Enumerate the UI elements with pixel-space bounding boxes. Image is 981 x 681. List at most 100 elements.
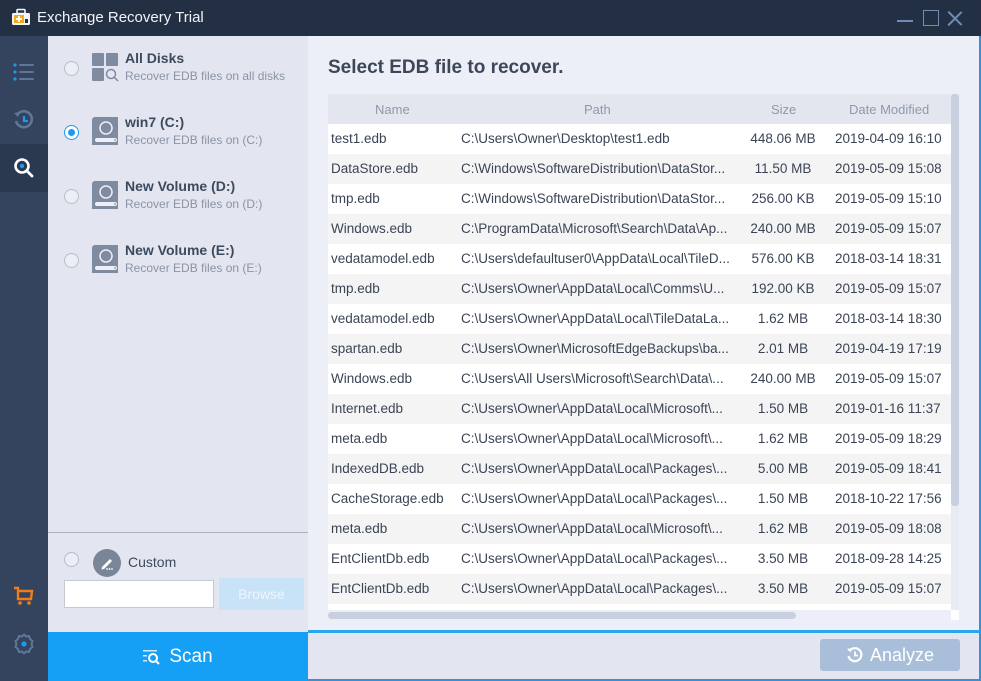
table-row[interactable]: EntClientDb.edb C:\Users\Owner\AppData\Lo… [328,574,951,604]
scan-label: Scan [169,645,213,667]
file-date: 2019-01-16 11:37 [835,401,941,416]
column-header-name[interactable]: Name [375,102,410,117]
radio-button[interactable] [64,253,79,268]
rail-item-menu[interactable] [0,48,48,96]
file-path: C:\Users\Owner\AppData\Local\Comms\U... [461,281,725,296]
file-name: meta.edb [331,431,388,446]
file-size: 5.00 MB [757,461,809,476]
rail-item-purchase[interactable] [0,572,48,620]
rail-item-settings[interactable] [0,620,48,668]
table-row[interactable]: DataStore.edb C:\Windows\SoftwareDistribu… [328,154,951,184]
maximize-button[interactable] [922,8,942,28]
radio-button[interactable] [64,125,79,140]
table-row[interactable]: EntClientDb.edb C:\Users\Owner\AppData\Lo… [328,544,951,574]
horizontal-scroll-thumb[interactable] [328,612,796,619]
vertical-scrollbar[interactable] [951,94,959,610]
file-size: 256.00 KB [751,191,815,206]
file-date: 2019-05-09 18:29 [835,431,942,446]
minimize-button[interactable] [896,8,916,28]
file-name: vedatamodel.edb [331,311,435,326]
file-name: Windows.edb [331,221,413,236]
history-icon [846,647,863,663]
file-path: C:\Users\Owner\AppData\Local\Packages\..… [461,461,728,476]
column-header-path[interactable]: Path [584,102,611,117]
radio-button[interactable] [64,189,79,204]
table-header: Name Path Size Date Modified [328,94,951,124]
file-date: 2019-05-09 18:41 [835,461,942,476]
page-title: Select EDB file to recover. [328,57,564,78]
file-size: 11.50 MB [754,161,812,176]
disk-option-all-disks[interactable]: All Disks Recover EDB files on all disks [48,48,308,104]
scan-button[interactable]: Scan [48,632,308,681]
main-panel: Select EDB file to recover. Name Path Si… [308,36,981,632]
table-row[interactable]: tmp.edb C:\Windows\SoftwareDistribution\D… [328,184,951,214]
hard-drive-icon [92,117,118,145]
file-name: test1.edb [331,131,387,146]
file-name: vedatamodel.edb [331,251,435,266]
history-icon [14,109,34,129]
table-body: test1.edb C:\Users\Owner\Desktop\test1.ed… [328,124,951,604]
table-row[interactable]: Windows.edb C:\Users\All Users\Microsoft\… [328,364,951,394]
table-row[interactable]: vedatamodel.edb C:\Users\Owner\AppData\Lo… [328,304,951,334]
column-header-date[interactable]: Date Modified [849,102,929,117]
table-row[interactable]: IndexedDB.edb C:\Users\Owner\AppData\Loca… [328,454,951,484]
file-date: 2018-10-22 17:56 [835,491,942,506]
file-path: C:\Windows\SoftwareDistribution\DataStor… [461,161,726,176]
file-size: 192.00 KB [751,281,815,296]
radio-button[interactable] [64,61,79,76]
table-row[interactable]: spartan.edb C:\Users\Owner\MicrosoftEdgeB… [328,334,951,364]
file-path: C:\Users\Owner\AppData\Local\Microsoft\.… [461,521,723,536]
table-row[interactable]: Windows.edb C:\ProgramData\Microsoft\Sear… [328,214,951,244]
file-date: 2019-05-09 15:07 [835,221,942,236]
file-table: Name Path Size Date Modified test1.edb C:… [328,94,959,620]
file-name: spartan.edb [331,341,403,356]
disk-option-e[interactable]: New Volume (E:) Recover EDB files on (E:… [48,240,308,296]
nav-rail [0,36,48,681]
file-size: 240.00 MB [750,221,816,236]
divider [48,532,308,533]
table-row[interactable]: vedatamodel.edb C:\Users\defaultuser0\App… [328,244,951,274]
file-size: 240.00 MB [750,371,816,386]
file-date: 2018-03-14 18:31 [835,251,942,266]
column-header-size[interactable]: Size [771,102,796,117]
file-name: Windows.edb [331,371,413,386]
file-size: 576.00 KB [751,251,815,266]
table-row[interactable]: Internet.edb C:\Users\Owner\AppData\Local… [328,394,951,424]
file-date: 2019-04-19 17:19 [835,341,942,356]
disk-subtitle: Recover EDB files on (D:) [125,197,263,211]
browse-button[interactable]: Browse [219,578,304,610]
list-icon [13,63,34,81]
file-path: C:\Users\Owner\Desktop\test1.edb [461,131,670,146]
custom-path-input[interactable] [64,580,214,608]
disk-option-d[interactable]: New Volume (D:) Recover EDB files on (D:… [48,176,308,232]
file-size: 3.50 MB [757,551,809,566]
vertical-scroll-thumb[interactable] [951,94,959,506]
custom-radio-button[interactable] [64,552,79,567]
close-button[interactable] [945,8,965,28]
disk-option-c[interactable]: win7 (C:) Recover EDB files on (C:) [48,112,308,168]
table-row[interactable]: tmp.edb C:\Users\Owner\AppData\Local\Comm… [328,274,951,304]
analyze-button[interactable]: Analyze [820,639,960,671]
file-date: 2019-05-09 15:07 [835,281,942,296]
disk-subtitle: Recover EDB files on (C:) [125,133,263,147]
table-row[interactable]: CacheStorage.edb C:\Users\Owner\AppData\L… [328,484,951,514]
rail-item-history[interactable] [0,96,48,144]
cart-icon [14,586,34,605]
hard-drive-icon [92,181,118,209]
file-path: C:\Users\Owner\AppData\Local\Packages\..… [461,491,728,506]
table-row[interactable]: meta.edb C:\Users\Owner\AppData\Local\Mic… [328,514,951,544]
analyze-label: Analyze [869,644,935,665]
file-path: C:\Windows\SoftwareDistribution\DataStor… [461,191,726,206]
table-row[interactable]: test1.edb C:\Users\Owner\Desktop\test1.ed… [328,124,951,154]
horizontal-scrollbar[interactable] [328,610,951,620]
file-path: C:\Users\Owner\AppData\Local\Packages\..… [461,581,728,596]
all-disks-icon [92,53,119,82]
rail-item-search[interactable] [0,144,48,192]
file-name: IndexedDB.edb [331,461,425,476]
table-row[interactable]: meta.edb C:\Users\Owner\AppData\Local\Mic… [328,424,951,454]
file-name: EntClientDb.edb [331,551,430,566]
file-name: meta.edb [331,521,388,536]
disk-list-panel: All Disks Recover EDB files on all disks… [48,36,308,632]
file-date: 2019-05-09 15:10 [835,191,942,206]
file-date: 2019-04-09 16:10 [835,131,942,146]
